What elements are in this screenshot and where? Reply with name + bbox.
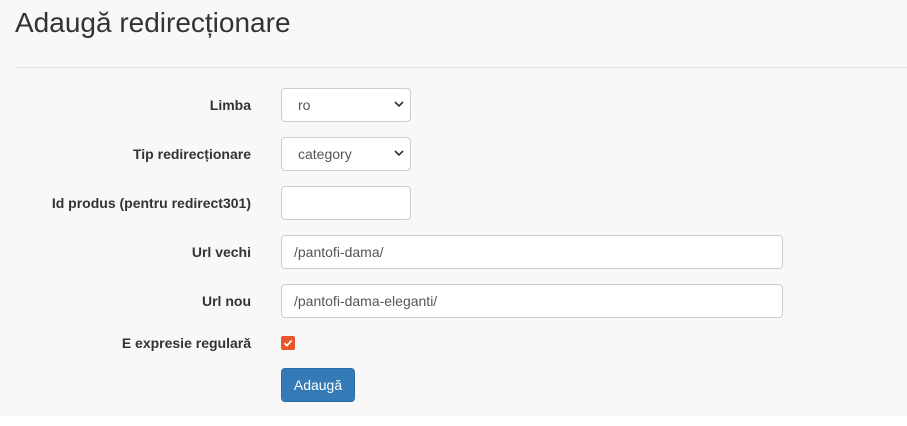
language-select-value: ro (298, 97, 311, 113)
language-select[interactable]: ro (281, 88, 411, 122)
redirect-type-label: Tip redirecționare (132, 146, 251, 162)
page-title: Adaugă redirecționare (15, 7, 291, 38)
regex-checkbox[interactable] (281, 336, 295, 350)
chevron-down-icon (394, 89, 404, 121)
old-url-label: Url vechi (191, 244, 251, 260)
regex-label: E expresie regulară (121, 335, 251, 351)
new-url-label: Url nou (202, 293, 251, 309)
old-url-row: Url vechi /pantofi-dama/ (0, 235, 907, 269)
old-url-input[interactable]: /pantofi-dama/ (281, 235, 783, 269)
product-id-label: Id produs (pentru redirect301) (51, 195, 251, 211)
redirect-type-select[interactable]: category (281, 137, 411, 171)
redirect-type-select-value: category (298, 146, 352, 162)
language-label: Limba (209, 97, 251, 113)
chevron-down-icon (394, 138, 404, 170)
form-panel: Adaugă redirecționare Limba ro Tip redir… (0, 0, 907, 416)
language-row: Limba ro (0, 88, 907, 122)
product-id-row: Id produs (pentru redirect301) (0, 186, 907, 220)
new-url-input[interactable]: /pantofi-dama-eleganti/ (281, 284, 783, 318)
add-button[interactable]: Adaugă (281, 368, 355, 402)
new-url-row: Url nou /pantofi-dama-eleganti/ (0, 284, 907, 318)
regex-row: E expresie regulară (0, 326, 907, 360)
redirect-type-row: Tip redirecționare category (0, 137, 907, 171)
check-icon (283, 339, 293, 347)
product-id-input[interactable] (281, 186, 411, 220)
divider (15, 67, 907, 68)
